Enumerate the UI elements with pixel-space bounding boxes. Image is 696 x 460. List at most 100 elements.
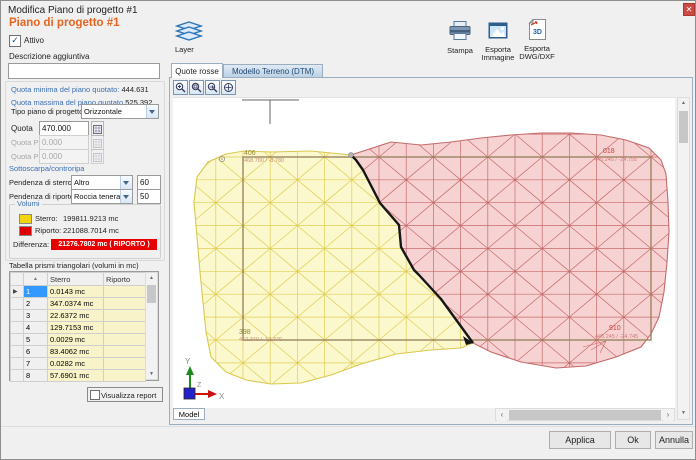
sort-asc-icon[interactable]: ▲: [24, 273, 48, 286]
zoom-in-button[interactable]: [173, 80, 188, 95]
row-marker-cell: [11, 334, 24, 346]
attivo-label: Attivo: [24, 36, 44, 45]
vscrollbar-thumb[interactable]: [679, 111, 688, 143]
zoom-window-button[interactable]: [189, 80, 204, 95]
annulla-button[interactable]: Annulla: [655, 431, 693, 449]
riporto-cell[interactable]: [104, 370, 146, 382]
axis-label-x: X: [219, 392, 225, 401]
attivo-checkbox[interactable]: ✓: [9, 35, 21, 47]
pendenza-sterro-value: Altro: [74, 178, 89, 187]
row-id-cell[interactable]: 4: [24, 322, 48, 334]
row-id-cell[interactable]: 3: [24, 310, 48, 322]
quota-p2-input[interactable]: [39, 135, 89, 150]
esporta-immagine-label-2: Immagine: [479, 53, 517, 62]
row-marker-cell: [11, 358, 24, 370]
row-id-cell[interactable]: 6: [24, 346, 48, 358]
table-row[interactable]: 4129.7153 mc: [11, 322, 146, 334]
axis-label-y: Y: [185, 357, 191, 366]
riporto-cell[interactable]: [104, 310, 146, 322]
riporto-cell[interactable]: [104, 334, 146, 346]
visualizza-report-checkbox[interactable]: [90, 390, 100, 400]
table-row[interactable]: ▶10.0143 mc: [11, 286, 146, 298]
sterro-cell[interactable]: 57.6901 mc: [48, 370, 104, 382]
table-row[interactable]: 683.4062 mc: [11, 346, 146, 358]
esporta-dwg-button[interactable]: 3D Esporta DWG/DXF: [517, 17, 557, 63]
canvas-hscrollbar[interactable]: ‹ ›: [495, 408, 675, 421]
quota-minima-label: Quota minima del piano quotato:: [11, 85, 119, 94]
scroll-up-icon[interactable]: ▲: [146, 273, 157, 283]
point-label-coords: 462.340 / -12.340: [239, 337, 282, 343]
sterro-cell[interactable]: 83.4062 mc: [48, 346, 104, 358]
dwg-file-icon: 3D: [527, 19, 546, 40]
applica-button[interactable]: Applica: [549, 431, 611, 449]
scroll-right-icon[interactable]: ›: [663, 409, 673, 421]
row-marker-cell: ▶: [11, 286, 24, 298]
layer-button[interactable]: Layer: [173, 21, 207, 61]
riporto-cell[interactable]: [104, 346, 146, 358]
quota-input[interactable]: [39, 121, 89, 136]
scroll-down-icon[interactable]: ▼: [146, 369, 157, 379]
model-tab[interactable]: Model: [173, 408, 205, 420]
scroll-down-icon[interactable]: ▼: [678, 408, 689, 419]
tipo-select[interactable]: Orizzontale: [81, 104, 159, 119]
riporto-cell[interactable]: [104, 298, 146, 310]
close-icon[interactable]: ✕: [683, 3, 695, 16]
sterro-cell[interactable]: 129.7153 mc: [48, 322, 104, 334]
quota-p2-picker-button[interactable]: [91, 135, 104, 150]
ok-button[interactable]: Ok: [615, 431, 651, 449]
quota-picker-button[interactable]: [91, 121, 104, 136]
sterro-cell[interactable]: 0.0143 mc: [48, 286, 104, 298]
row-id-cell[interactable]: 5: [24, 334, 48, 346]
pan-icon: [223, 82, 234, 93]
scroll-left-icon[interactable]: ‹: [497, 409, 507, 421]
riporto-cell[interactable]: [104, 286, 146, 298]
canvas-vscrollbar[interactable]: ▲ ▼: [677, 97, 690, 420]
riporto-cell[interactable]: [104, 358, 146, 370]
pendenza-riporto-select[interactable]: Roccia tenera (S: [71, 189, 133, 204]
table-row[interactable]: 322.6372 mc: [11, 310, 146, 322]
row-id-cell[interactable]: 7: [24, 358, 48, 370]
pan-button[interactable]: [221, 80, 236, 95]
header-riporto[interactable]: Riporto: [104, 273, 146, 286]
table-row[interactable]: 2347.0374 mc: [11, 298, 146, 310]
sterro-cell[interactable]: 0.0282 mc: [48, 358, 104, 370]
layers-icon: [175, 21, 203, 41]
pendenza-sterro-select[interactable]: Altro: [71, 175, 133, 190]
table-row[interactable]: 857.6901 mc: [11, 370, 146, 382]
sterro-cell[interactable]: 347.0374 mc: [48, 298, 104, 310]
quota-p3-picker-button[interactable]: [91, 149, 104, 164]
table-row[interactable]: 50.0029 mc: [11, 334, 146, 346]
tab-modello-terreno[interactable]: Modello Terreno (DTM): [223, 64, 323, 78]
header-sterro[interactable]: Sterro: [48, 273, 104, 286]
table-row[interactable]: 70.0282 mc: [11, 358, 146, 370]
esporta-immagine-button[interactable]: Esporta Immagine: [479, 19, 517, 63]
visualizza-report-button[interactable]: Visualizza report: [87, 387, 163, 402]
row-id-cell[interactable]: 1: [24, 286, 48, 298]
scroll-up-icon[interactable]: ▲: [678, 98, 689, 109]
table-scrollbar-thumb[interactable]: [147, 285, 156, 303]
point-label-id: 910: [609, 325, 621, 332]
sterro-cell[interactable]: 0.0029 mc: [48, 334, 104, 346]
dialog-window: Modifica Piano di progetto #1 ✕ Piano di…: [0, 0, 696, 460]
zoom-previous-button[interactable]: [205, 80, 220, 95]
pendenza-riporto-num-input[interactable]: [137, 189, 161, 204]
drawing-canvas[interactable]: 406468.780 / -8.780018445.245 / -24.7553…: [173, 97, 675, 409]
quota-minima-row: Quota minima del piano quotato: 444.631: [11, 85, 149, 94]
zoom-previous-icon: [207, 82, 218, 93]
descrizione-input[interactable]: [8, 63, 160, 79]
pendenza-sterro-num-input[interactable]: [137, 175, 161, 190]
tab-quote-rosse[interactable]: Quote rosse: [171, 63, 223, 78]
row-marker-cell: [11, 322, 24, 334]
prism-table-container: ▲ Sterro Riporto ▶10.0143 mc2347.0374 mc…: [9, 271, 159, 381]
sterro-cell[interactable]: 22.6372 mc: [48, 310, 104, 322]
table-scrollbar[interactable]: ▲ ▼: [145, 272, 158, 380]
hscrollbar-thumb[interactable]: [509, 410, 661, 420]
riporto-color-swatch: [19, 226, 32, 236]
row-id-cell[interactable]: 2: [24, 298, 48, 310]
pendenza-sterro-label: Pendenza di sterro:: [9, 178, 74, 187]
quota-p3-input[interactable]: [39, 149, 89, 164]
row-marker-cell: [11, 346, 24, 358]
riporto-cell[interactable]: [104, 322, 146, 334]
row-id-cell[interactable]: 8: [24, 370, 48, 382]
stampa-button[interactable]: Stampa: [441, 19, 479, 59]
